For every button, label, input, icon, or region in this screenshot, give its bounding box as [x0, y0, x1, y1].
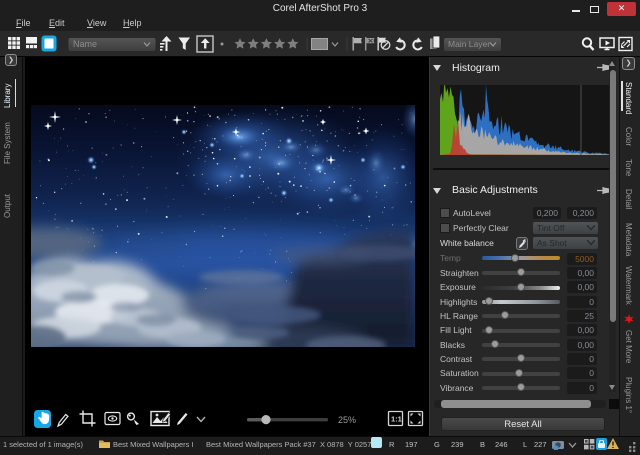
- svg-text:25%: 25%: [338, 415, 356, 425]
- svg-text:Main Layer: Main Layer: [448, 39, 490, 49]
- svg-text:1:1: 1:1: [391, 415, 402, 424]
- svg-text:Name: Name: [73, 39, 97, 49]
